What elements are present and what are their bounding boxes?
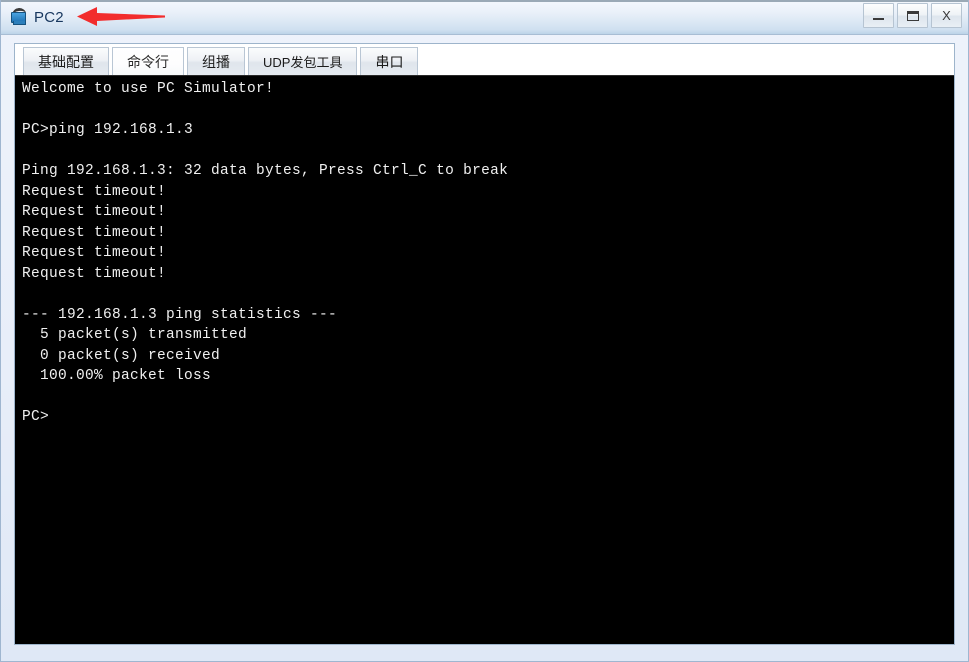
minimize-icon	[873, 18, 884, 20]
window-titlebar[interactable]: PC2 X	[1, 0, 968, 35]
terminal-line: PC>	[22, 409, 50, 425]
tab-label: UDP发包工具	[263, 55, 343, 70]
tab-panel: 基础配置 命令行 组播 UDP发包工具 串口 Welcome to use PC…	[14, 43, 955, 645]
terminal-line: 5 packet(s) transmitted	[22, 327, 248, 343]
tab-multicast[interactable]: 组播	[187, 47, 245, 75]
terminal-line: Request timeout!	[22, 245, 167, 261]
maximize-button[interactable]	[897, 3, 928, 28]
pc-computer-icon	[10, 7, 28, 26]
terminal-line: PC>ping 192.168.1.3	[22, 122, 194, 138]
tab-label: 命令行	[127, 53, 169, 70]
tab-udp-tool[interactable]: UDP发包工具	[248, 47, 358, 75]
terminal-line: Request timeout!	[22, 204, 167, 220]
close-button[interactable]: X	[931, 3, 962, 28]
pc-simulator-window: PC2 X 基础配置 命令行 组播 UDP发包工具 串口 Welcome to …	[0, 0, 969, 662]
window-title: PC2	[34, 8, 64, 26]
tab-command-line[interactable]: 命令行	[112, 47, 184, 75]
minimize-button[interactable]	[863, 3, 894, 28]
maximize-icon	[906, 10, 919, 21]
terminal-line: 100.00% packet loss	[22, 368, 212, 384]
tab-label: 组播	[202, 53, 230, 70]
terminal-line: --- 192.168.1.3 ping statistics ---	[22, 306, 338, 323]
terminal-line: 0 packet(s) received	[22, 347, 221, 364]
tab-serial-port[interactable]: 串口	[360, 47, 419, 75]
terminal-line: Request timeout!	[22, 183, 167, 200]
tab-basic-config[interactable]: 基础配置	[23, 47, 109, 75]
red-annotation-arrow	[77, 7, 165, 26]
close-icon: X	[942, 8, 951, 23]
window-controls: X	[860, 3, 962, 28]
tab-label: 串口	[375, 53, 404, 70]
window-content: 基础配置 命令行 组播 UDP发包工具 串口 Welcome to use PC…	[1, 35, 968, 661]
tab-bar: 基础配置 命令行 组播 UDP发包工具 串口	[15, 44, 954, 75]
terminal-line: Ping 192.168.1.3: 32 data bytes, Press C…	[22, 163, 509, 179]
terminal-line: Request timeout!	[22, 224, 167, 241]
terminal-line: Welcome to use PC Simulator!	[22, 81, 275, 97]
terminal-line: Request timeout!	[22, 265, 167, 282]
terminal-output[interactable]: Welcome to use PC Simulator! PC>ping 192…	[15, 75, 954, 644]
tab-label: 基础配置	[38, 53, 94, 70]
